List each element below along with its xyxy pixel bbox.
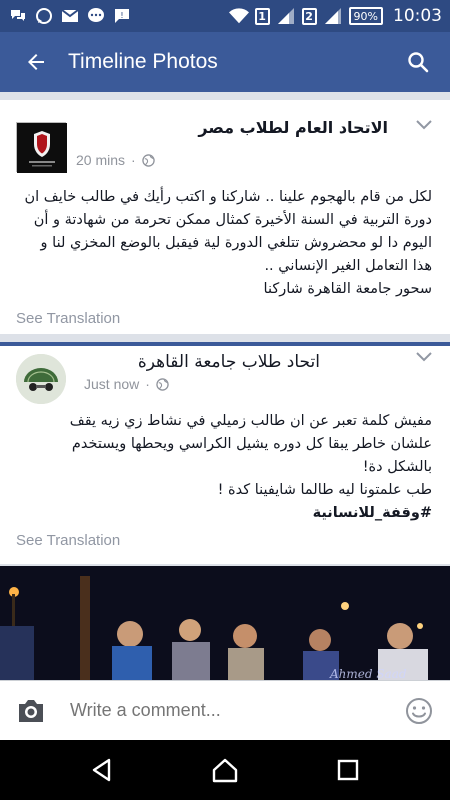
- avatar[interactable]: [16, 354, 66, 404]
- chevron-down-icon[interactable]: [416, 352, 432, 362]
- whatsapp-icon: [34, 6, 54, 26]
- chat-bubbles-icon: [8, 6, 28, 26]
- status-bar: ! 1 2 90% 10:03: [0, 0, 450, 32]
- globe-icon: [141, 153, 155, 167]
- square-recents-icon: [338, 759, 359, 781]
- post-card: اتحاد طلاب جامعة القاهرة Just now · مفيش…: [0, 342, 450, 564]
- post-photo[interactable]: Ahmed Saad: [0, 566, 450, 680]
- clock: 10:03: [393, 6, 442, 26]
- separator: ·: [131, 152, 136, 168]
- post-card: الاتحاد العام لطلاب مصر 20 mins · لكل من…: [0, 100, 450, 334]
- camera-button[interactable]: [14, 694, 48, 728]
- post-text: لكل من قام بالهجوم علينا .. شاركنا و اكت…: [10, 186, 432, 301]
- comment-bar: [0, 680, 450, 740]
- see-translation-link[interactable]: See Translation: [16, 532, 120, 549]
- emoji-icon[interactable]: [404, 696, 434, 726]
- post-text-line: علشان خاطر يبقا كل دوره يشيل الكراسي ويح…: [71, 436, 432, 452]
- comment-input[interactable]: [70, 700, 404, 721]
- mail-icon: [60, 6, 80, 26]
- post-text-line: هذا التعامل الغير الإنساني ..: [264, 258, 432, 274]
- post-text-line: اليوم دا لو محضروش تتلغي الدورة لية فيقب…: [40, 235, 432, 251]
- post-time[interactable]: 20 mins: [76, 152, 125, 168]
- page-title: Timeline Photos: [68, 50, 218, 73]
- post-text-line: سحور جامعة القاهرة شاركنا: [263, 281, 432, 297]
- post-author[interactable]: اتحاد طلاب جامعة القاهرة: [138, 352, 320, 372]
- separator: ·: [145, 376, 150, 392]
- feed[interactable]: الاتحاد العام لطلاب مصر 20 mins · لكل من…: [0, 92, 450, 680]
- post-text-line: بالشكل دة!: [362, 459, 432, 475]
- system-nav-bar: [0, 740, 450, 800]
- arrow-left-icon: [28, 54, 44, 70]
- sms-icon: !: [112, 6, 132, 26]
- home-icon: [212, 758, 238, 783]
- photo-watermark: Ahmed Saad: [329, 667, 407, 680]
- camera-icon: [19, 699, 43, 722]
- hashtag-link[interactable]: #وقفة_للانسانية: [10, 502, 432, 525]
- post-text-line: طب علمتونا ليه طالما شايفينا كدة !: [217, 482, 432, 498]
- sim1-badge: 1: [254, 7, 270, 25]
- post-meta: Just now ·: [84, 376, 169, 392]
- app-bar: Timeline Photos: [0, 32, 450, 92]
- signal-icon: [276, 6, 296, 26]
- post-text-line: لكل من قام بالهجوم علينا .. شاركنا و اكت…: [24, 189, 432, 205]
- see-translation-link[interactable]: See Translation: [16, 310, 120, 327]
- post-text-line: مفيش كلمة تعبر عن ان طالب زميلي في نشاط …: [69, 413, 432, 429]
- nav-home-button[interactable]: [205, 750, 245, 790]
- signal-icon: [323, 6, 343, 26]
- triangle-back-icon: [92, 758, 110, 782]
- post-author[interactable]: الاتحاد العام لطلاب مصر: [198, 118, 388, 137]
- nav-back-button[interactable]: [82, 750, 122, 790]
- post-time[interactable]: Just now: [84, 376, 139, 392]
- svg-text:!: !: [120, 11, 123, 20]
- post-text: مفيش كلمة تعبر عن ان طالب زميلي في نشاط …: [10, 410, 432, 525]
- search-icon: [408, 52, 429, 73]
- wifi-icon: [228, 6, 249, 26]
- nav-recents-button[interactable]: [328, 750, 368, 790]
- chevron-down-icon[interactable]: [416, 120, 432, 130]
- post-text-line: دورة التربية في السنة الأخيرة كمثال ممكن…: [33, 212, 432, 228]
- search-button[interactable]: [400, 44, 436, 80]
- back-button[interactable]: [18, 44, 54, 80]
- battery-indicator: 90%: [348, 7, 383, 25]
- avatar[interactable]: [16, 122, 67, 173]
- messenger-icon: [86, 6, 106, 26]
- post-meta: 20 mins ·: [76, 152, 155, 168]
- sim2-badge: 2: [301, 7, 317, 25]
- globe-icon: [156, 377, 169, 391]
